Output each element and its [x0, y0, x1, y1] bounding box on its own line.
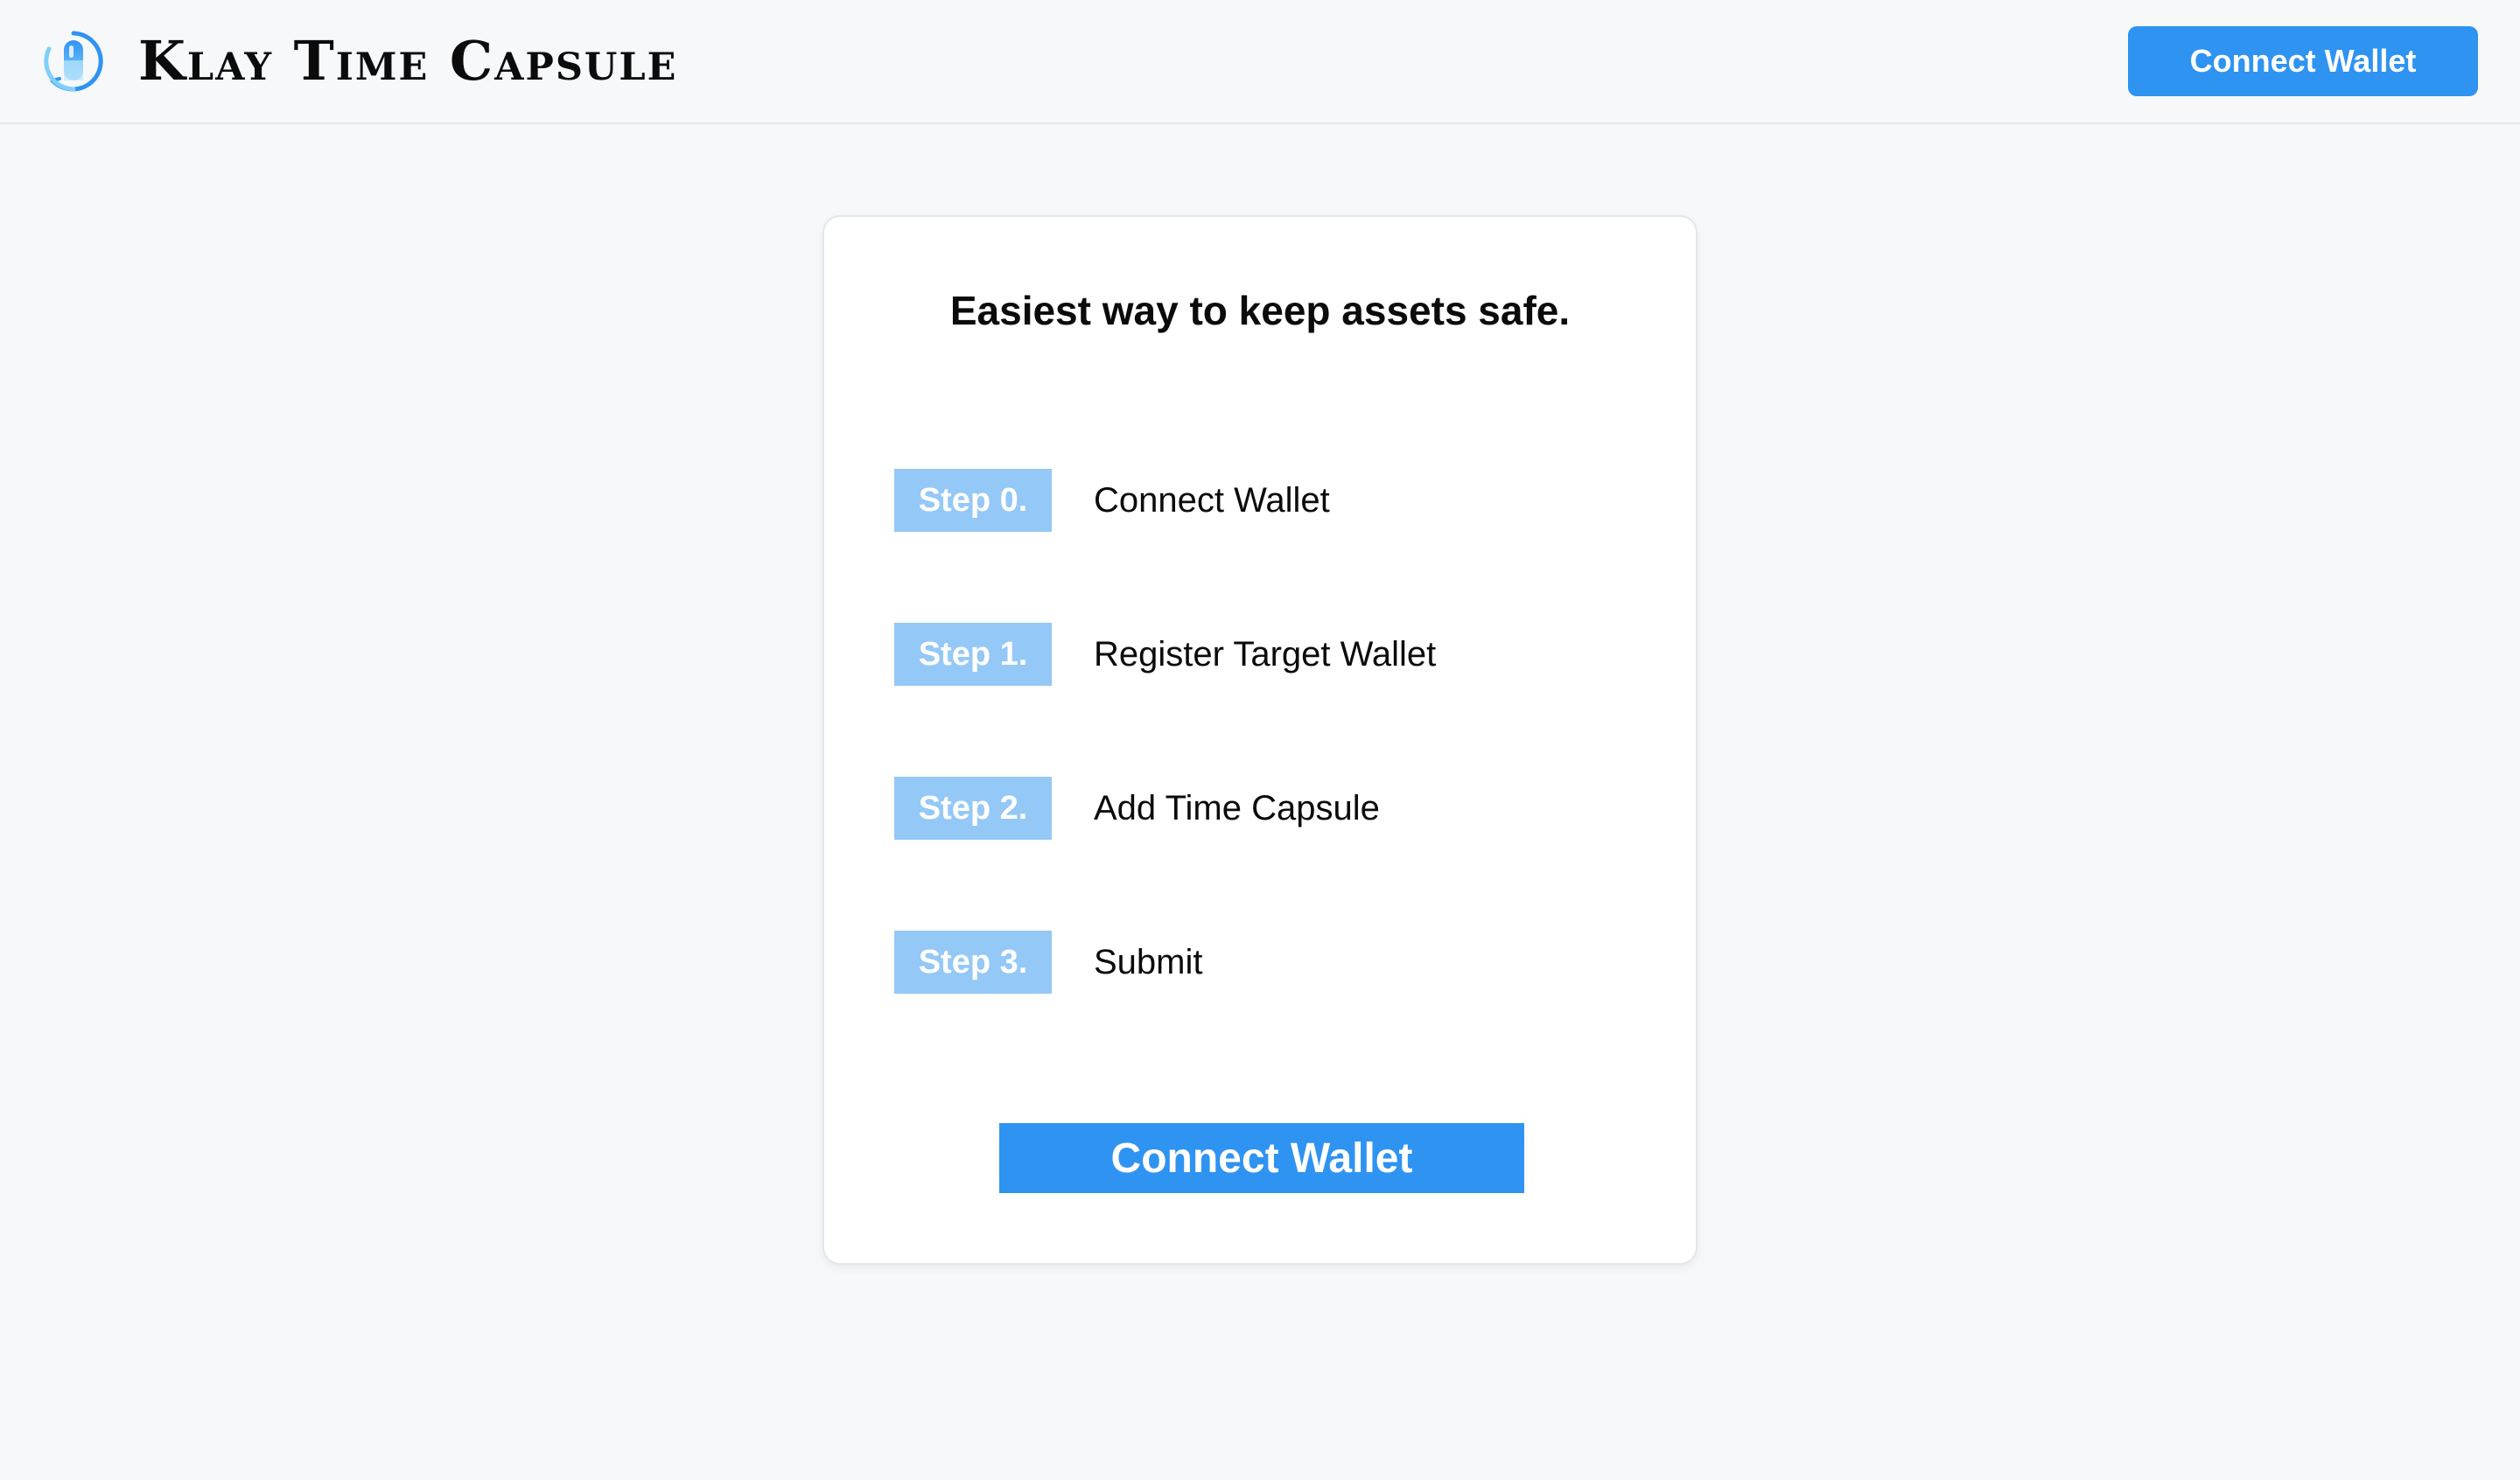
step-label: Add Time Capsule [1094, 789, 1380, 827]
header-connect-wallet-button[interactable]: Connect Wallet [2128, 26, 2478, 96]
top-navbar: Klay Time Capsule Connect Wallet [0, 0, 2520, 124]
card-title: Easiest way to keep assets safe. [949, 288, 1571, 333]
connect-wallet-button[interactable]: Connect Wallet [999, 1123, 1524, 1193]
capsule-logo-icon [44, 31, 103, 92]
step-row-1: Step 1. Register Target Wallet [894, 623, 1629, 686]
step-row-2: Step 2. Add Time Capsule [894, 777, 1629, 840]
step-badge: Step 2. [894, 777, 1052, 840]
step-badge: Step 0. [894, 469, 1052, 532]
step-badge: Step 1. [894, 623, 1052, 686]
step-label: Submit [1094, 943, 1203, 981]
step-label: Register Target Wallet [1094, 635, 1437, 674]
step-label: Connect Wallet [1094, 481, 1330, 520]
step-row-0: Step 0. Connect Wallet [894, 469, 1629, 532]
step-badge: Step 3. [894, 931, 1052, 994]
steps-card: Easiest way to keep assets safe. Step 0.… [822, 215, 1698, 1265]
brand-title: Klay Time Capsule [138, 29, 678, 93]
step-row-3: Step 3. Submit [894, 931, 1629, 994]
